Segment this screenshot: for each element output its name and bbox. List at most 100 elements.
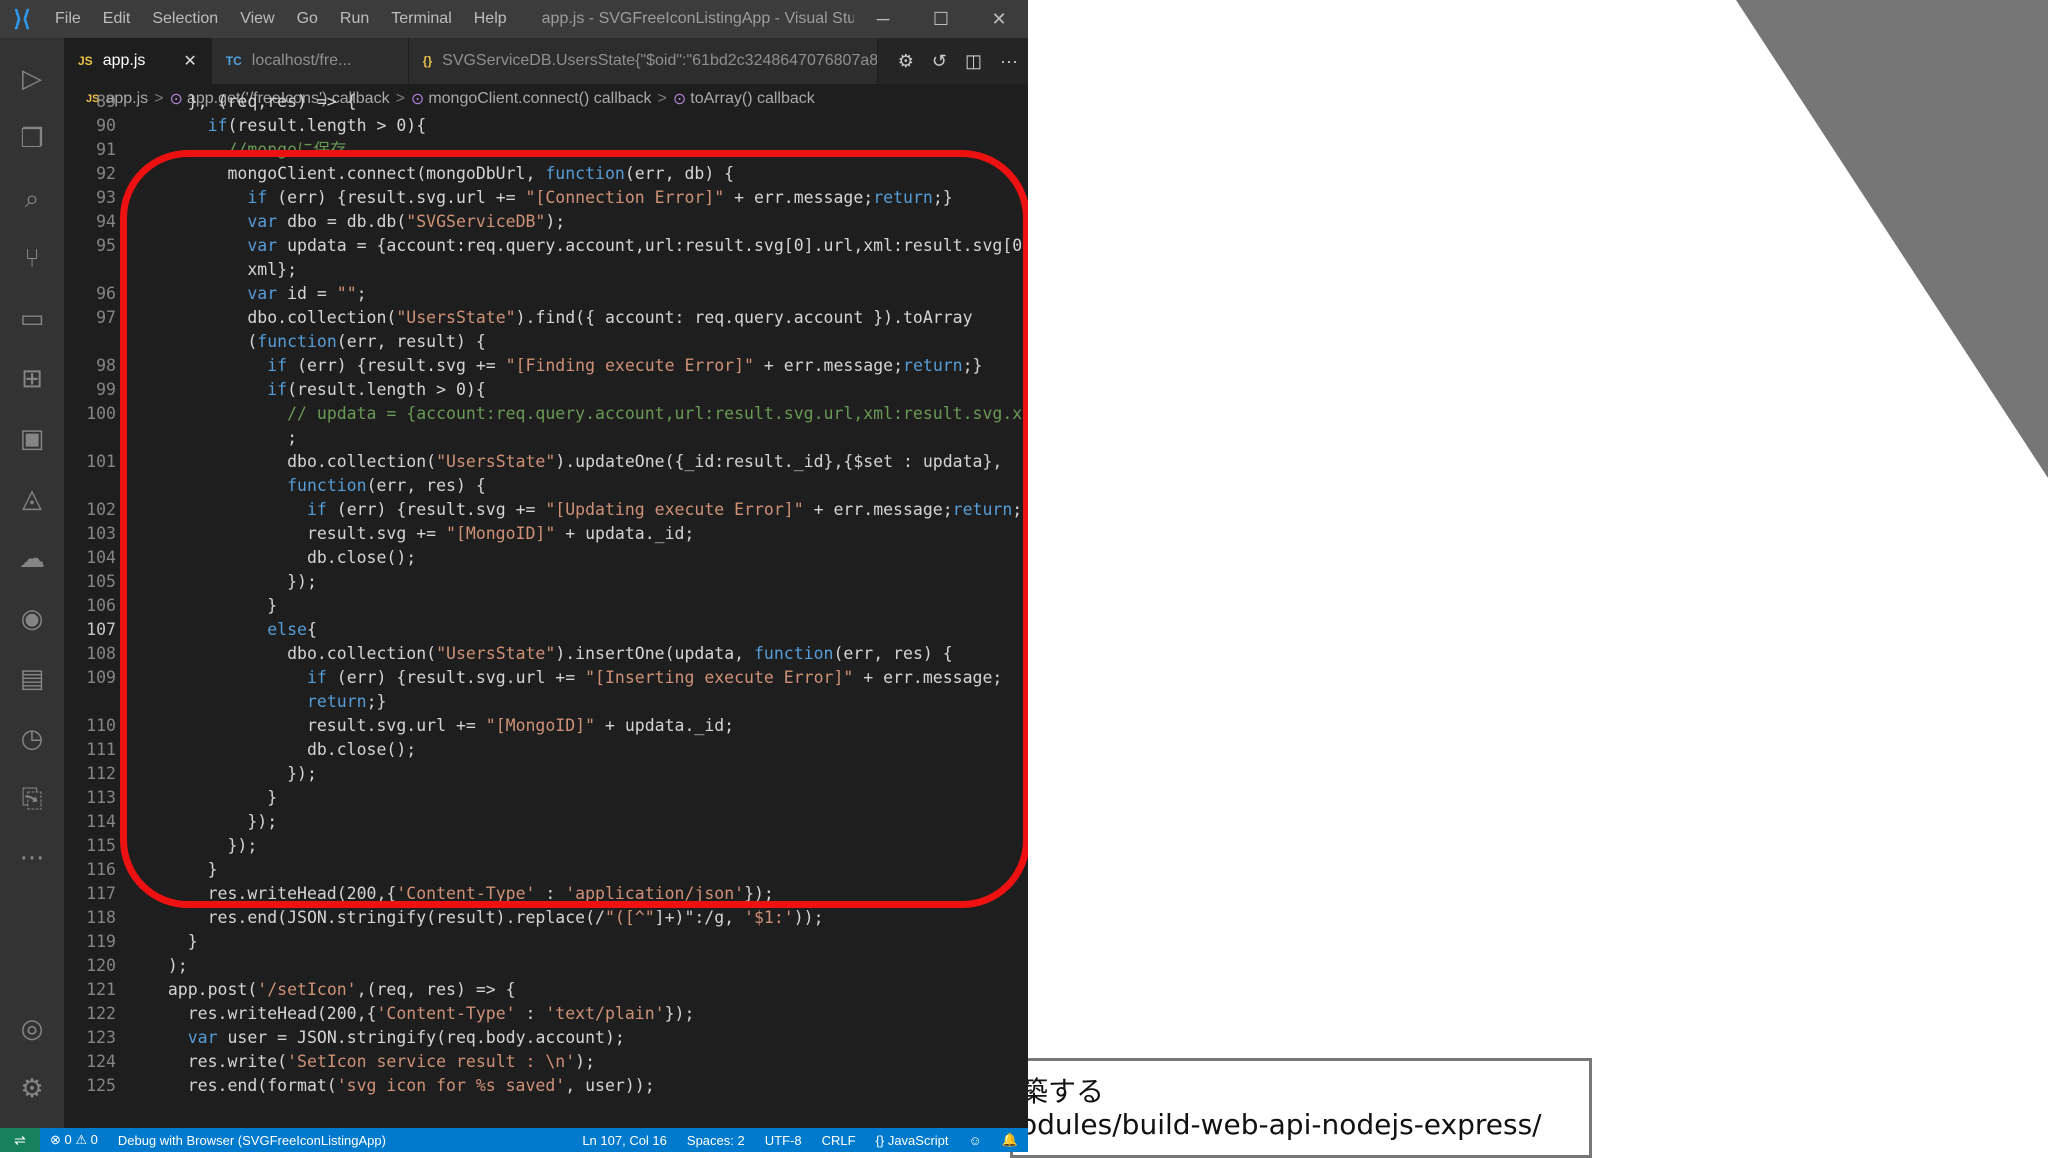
code-line[interactable]: 101 dbo.collection("UsersState").updateO…	[64, 450, 1028, 474]
bell-icon[interactable]: 🔔	[992, 1132, 1028, 1148]
code-line[interactable]: 114 });	[64, 810, 1028, 834]
split-editor-icon[interactable]: ◫	[965, 51, 982, 72]
code-line[interactable]: 110 result.svg.url += "[MongoID]" + upda…	[64, 714, 1028, 738]
debug-config-status[interactable]: Debug with Browser (SVGFreeIconListingAp…	[108, 1133, 396, 1148]
code-line[interactable]: 108 dbo.collection("UsersState").insertO…	[64, 642, 1028, 666]
menu-view[interactable]: View	[229, 10, 285, 28]
code-line[interactable]: 90 if(result.length > 0){	[64, 114, 1028, 138]
menu-go[interactable]: Go	[286, 10, 329, 28]
code-line[interactable]: ;	[64, 426, 1028, 450]
timeline-icon[interactable]: ◷	[0, 714, 64, 764]
docker-icon[interactable]: ▣	[0, 414, 64, 464]
menu-selection[interactable]: Selection	[141, 10, 229, 28]
source-control-icon[interactable]: ⑂	[0, 234, 64, 284]
code-line[interactable]: 123 var user = JSON.stringify(req.body.a…	[64, 1026, 1028, 1050]
extensions-icon[interactable]: ⊞	[0, 354, 64, 404]
code-line[interactable]: 121 app.post('/setIcon',(req, res) => {	[64, 978, 1028, 1002]
close-window-button[interactable]: ✕	[970, 9, 1028, 30]
problems-status[interactable]: ⊗ 0 ⚠ 0	[40, 1132, 108, 1148]
encoding-status[interactable]: UTF-8	[755, 1133, 812, 1148]
compare-icon[interactable]: ⚙	[898, 51, 914, 72]
minimize-button[interactable]: ─	[854, 9, 912, 30]
github-icon[interactable]: ◉	[0, 594, 64, 644]
code-line[interactable]: 91 //mongoに保存	[64, 138, 1028, 162]
code-line[interactable]: 117 res.writeHead(200,{'Content-Type' : …	[64, 882, 1028, 906]
menu-edit[interactable]: Edit	[92, 10, 142, 28]
language-mode[interactable]: {} JavaScript	[866, 1133, 959, 1148]
code-text: dbo.collection("UsersState").updateOne({…	[148, 452, 1003, 471]
code-line[interactable]: 89 }, (req,res) => {	[64, 90, 1028, 114]
code-line[interactable]: 124 res.write('SetIcon service result : …	[64, 1050, 1028, 1074]
code-line[interactable]: 103 result.svg += "[MongoID]" + updata._…	[64, 522, 1028, 546]
remote-explorer-icon[interactable]: ▭	[0, 294, 64, 344]
indentation-status[interactable]: Spaces: 2	[677, 1133, 755, 1148]
code-line[interactable]: 95 var updata = {account:req.query.accou…	[64, 234, 1028, 258]
code-line[interactable]: 96 var id = "";	[64, 282, 1028, 306]
menu-help[interactable]: Help	[463, 10, 518, 28]
activity-bar: ▷ ❐ ⌕ ⑂ ▭ ⊞ ▣ ◬ ☁ ◉ ▤ ◷ ⎘ ··· ◎ ⚙	[0, 38, 64, 1128]
code-line[interactable]: 97 dbo.collection("UsersState").find({ a…	[64, 306, 1028, 330]
run-debug-icon[interactable]: ▷	[0, 54, 64, 104]
code-line[interactable]: function(err, res) {	[64, 474, 1028, 498]
code-text: );	[148, 956, 188, 975]
eol-status[interactable]: CRLF	[812, 1133, 866, 1148]
maximize-button[interactable]: ☐	[912, 9, 970, 30]
code-line[interactable]: 109 if (err) {result.svg.url += "[Insert…	[64, 666, 1028, 690]
code-line[interactable]: 100 // updata = {account:req.query.accou…	[64, 402, 1028, 426]
settings-gear-icon[interactable]: ⚙	[0, 1064, 64, 1114]
remote-icon[interactable]: ⇌	[0, 1128, 40, 1152]
line-number: 100	[86, 404, 116, 423]
cursor-position[interactable]: Ln 107, Col 16	[572, 1133, 677, 1148]
more-icon[interactable]: ···	[0, 834, 64, 884]
code-line[interactable]: 119 }	[64, 930, 1028, 954]
code-line[interactable]: 93 if (err) {result.svg.url += "[Connect…	[64, 186, 1028, 210]
line-number: 121	[86, 980, 116, 999]
tab-app-js[interactable]: JS app.js ✕	[64, 38, 212, 84]
code-line[interactable]: 99 if(result.length > 0){	[64, 378, 1028, 402]
code-line[interactable]: 116 }	[64, 858, 1028, 882]
code-line[interactable]: 94 var dbo = db.db("SVGServiceDB");	[64, 210, 1028, 234]
code-line[interactable]: 98 if (err) {result.svg += "[Finding exe…	[64, 354, 1028, 378]
docker-whale-icon[interactable]: ☁	[0, 534, 64, 584]
tab-usersstate-document[interactable]: {} SVGServiceDB.UsersState{"$oid":"61bd2…	[408, 38, 878, 84]
account-icon[interactable]: ◎	[0, 1004, 64, 1054]
menu-run[interactable]: Run	[329, 10, 380, 28]
gray-wedge-shape	[1736, 0, 2048, 478]
folder-icon[interactable]: ▤	[0, 654, 64, 704]
line-number: 104	[86, 548, 116, 567]
code-line[interactable]: return;}	[64, 690, 1028, 714]
menu-terminal[interactable]: Terminal	[380, 10, 462, 28]
explorer-icon[interactable]: ❐	[0, 114, 64, 164]
code-line[interactable]: 120 );	[64, 954, 1028, 978]
code-line[interactable]: 106 }	[64, 594, 1028, 618]
code-line[interactable]: 125 res.end(format('svg icon for %s save…	[64, 1074, 1028, 1098]
search-icon[interactable]: ⌕	[0, 174, 64, 224]
code-text: res.end(format('svg icon for %s saved', …	[148, 1076, 655, 1095]
more-actions-icon[interactable]: ···	[1000, 51, 1018, 72]
code-text: var user = JSON.stringify(req.body.accou…	[187, 1028, 625, 1047]
code-line[interactable]: 118 res.end(JSON.stringify(result).repla…	[64, 906, 1028, 930]
vscode-icon[interactable]: ⟩⟨	[0, 0, 44, 38]
code-line[interactable]: 105 });	[64, 570, 1028, 594]
code-line[interactable]: 104 db.close();	[64, 546, 1028, 570]
azure-icon[interactable]: ◬	[0, 474, 64, 524]
code-line[interactable]: 102 if (err) {result.svg += "[Updating e…	[64, 498, 1028, 522]
line-number: 114	[86, 812, 116, 831]
close-icon[interactable]: ✕	[183, 51, 196, 71]
live-share-icon[interactable]: ⎘	[0, 774, 64, 824]
code-line[interactable]: 111 db.close();	[64, 738, 1028, 762]
code-line[interactable]: (function(err, result) {	[64, 330, 1028, 354]
code-text: if(result.length > 0){	[267, 380, 486, 399]
tab-localhost[interactable]: TC localhost/fre...	[211, 38, 409, 84]
code-line[interactable]: xml};	[64, 258, 1028, 282]
code-line[interactable]: 113 }	[64, 786, 1028, 810]
feedback-icon[interactable]: ☺	[959, 1133, 992, 1148]
code-line[interactable]: 122 res.writeHead(200,{'Content-Type' : …	[64, 1002, 1028, 1026]
code-editor[interactable]: 89 }, (req,res) => {90 if(result.length …	[64, 92, 1028, 1128]
code-line[interactable]: 115 });	[64, 834, 1028, 858]
menu-file[interactable]: File	[44, 10, 92, 28]
code-line[interactable]: 92 mongoClient.connect(mongoDbUrl, funct…	[64, 162, 1028, 186]
history-icon[interactable]: ↺	[932, 51, 947, 72]
code-line[interactable]: 112 });	[64, 762, 1028, 786]
code-line[interactable]: 107 else{	[64, 618, 1028, 642]
